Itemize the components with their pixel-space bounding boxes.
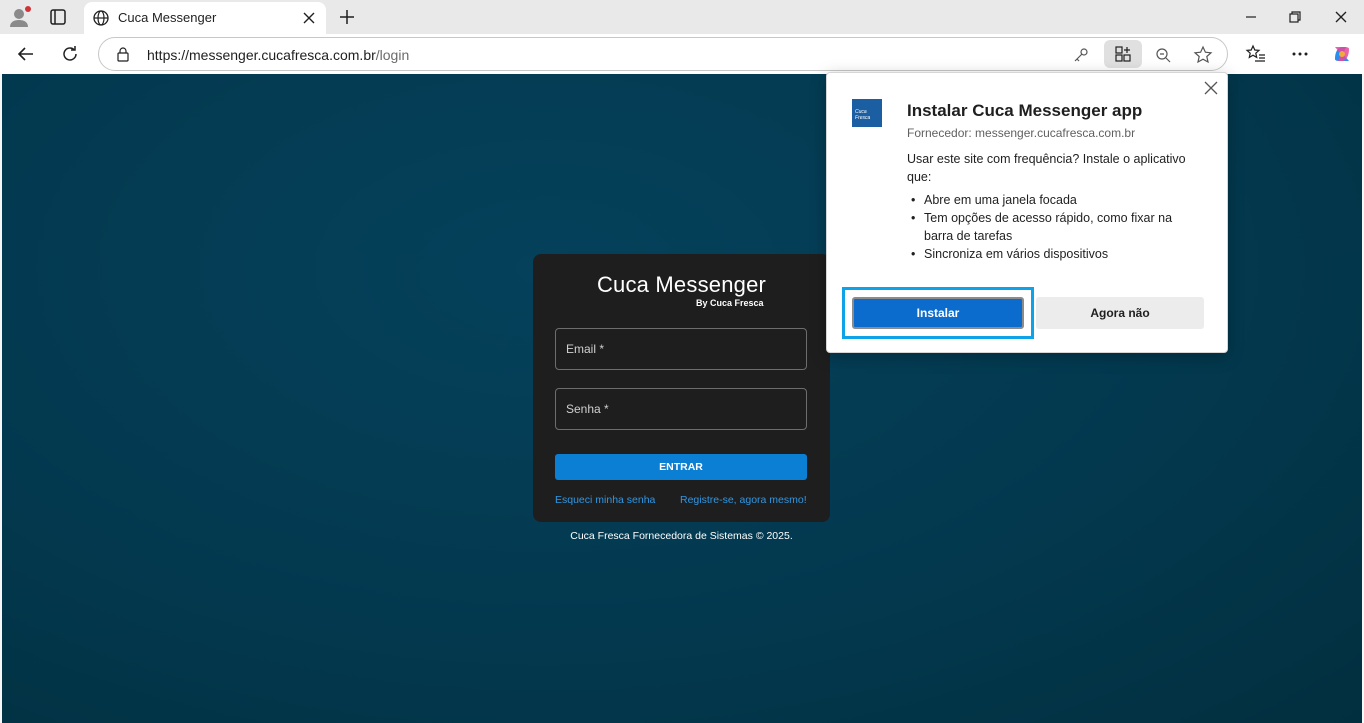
back-arrow-icon[interactable] bbox=[15, 43, 37, 65]
brand-subtitle: By Cuca Fresca bbox=[696, 298, 764, 308]
dialog-description: Usar este site com frequência? Instale o… bbox=[907, 152, 1186, 184]
login-button[interactable]: ENTRAR bbox=[555, 454, 807, 480]
brand-logo: Cuca Messenger By Cuca Fresca bbox=[533, 272, 830, 308]
address-bar[interactable]: https://messenger.cucafresca.com.br/logi… bbox=[98, 37, 1228, 71]
refresh-icon[interactable] bbox=[59, 43, 81, 65]
password-label: Senha * bbox=[566, 402, 609, 416]
close-tab-icon[interactable] bbox=[300, 9, 318, 27]
email-label: Email * bbox=[566, 342, 605, 356]
url-host: https://messenger.cucafresca.com.br bbox=[147, 47, 376, 63]
restore-icon[interactable] bbox=[1284, 6, 1306, 28]
email-field[interactable]: Email * bbox=[555, 328, 807, 370]
not-now-button[interactable]: Agora não bbox=[1036, 297, 1204, 329]
publisher-text: Fornecedor: messenger.cucafresca.com.br bbox=[907, 126, 1136, 140]
globe-icon bbox=[92, 9, 110, 27]
navigation-bar: https://messenger.cucafresca.com.br/logi… bbox=[0, 34, 1364, 74]
feature-item: Tem opções de acesso rápido, como fixar … bbox=[911, 209, 1201, 245]
register-link[interactable]: Registre-se, agora mesmo! bbox=[680, 494, 807, 506]
app-available-button[interactable] bbox=[1104, 40, 1142, 68]
feature-list: Abre em uma janela focada Tem opções de … bbox=[911, 191, 1201, 263]
new-tab-icon[interactable] bbox=[336, 6, 358, 28]
app-logo-text: Cuca Fresca bbox=[855, 109, 871, 121]
login-card: Cuca Messenger By Cuca Fresca Email * Se… bbox=[533, 254, 830, 522]
site-info-icon[interactable] bbox=[115, 46, 131, 62]
key-icon[interactable] bbox=[1071, 45, 1091, 65]
brand-title: Cuca Messenger bbox=[596, 272, 767, 297]
favorite-star-icon[interactable] bbox=[1193, 45, 1213, 65]
url-path: /login bbox=[375, 47, 410, 63]
dialog-title: Instalar Cuca Messenger app bbox=[907, 101, 1143, 120]
password-field[interactable]: Senha * bbox=[555, 388, 807, 430]
close-icon[interactable] bbox=[1203, 80, 1219, 96]
app-available-icon bbox=[1115, 46, 1131, 62]
favorites-list-icon[interactable] bbox=[1245, 43, 1267, 65]
copilot-icon[interactable] bbox=[1331, 43, 1353, 65]
app-logo: Cuca Fresca bbox=[852, 99, 882, 127]
zoom-icon[interactable] bbox=[1153, 45, 1173, 65]
more-options-icon[interactable] bbox=[1289, 43, 1311, 65]
tab-strip: Cuca Messenger bbox=[0, 0, 1364, 34]
minimize-icon[interactable] bbox=[1240, 6, 1262, 28]
tab-actions-icon[interactable] bbox=[48, 7, 68, 27]
feature-item: Abre em uma janela focada bbox=[911, 191, 1201, 209]
profile-avatar-icon[interactable] bbox=[8, 6, 32, 28]
tab-cuca-messenger[interactable]: Cuca Messenger bbox=[84, 2, 326, 34]
forgot-password-link[interactable]: Esqueci minha senha bbox=[555, 494, 655, 506]
tab-title: Cuca Messenger bbox=[118, 10, 217, 25]
url-text[interactable]: https://messenger.cucafresca.com.br/logi… bbox=[147, 47, 409, 63]
close-window-icon[interactable] bbox=[1330, 6, 1352, 28]
install-app-dialog: Cuca Fresca Instalar Cuca Messenger app … bbox=[826, 72, 1228, 353]
footer-text: Cuca Fresca Fornecedora de Sistemas © 20… bbox=[570, 530, 793, 542]
feature-item: Sincroniza em vários dispositivos bbox=[911, 245, 1201, 263]
install-button[interactable]: Instalar bbox=[852, 297, 1024, 329]
